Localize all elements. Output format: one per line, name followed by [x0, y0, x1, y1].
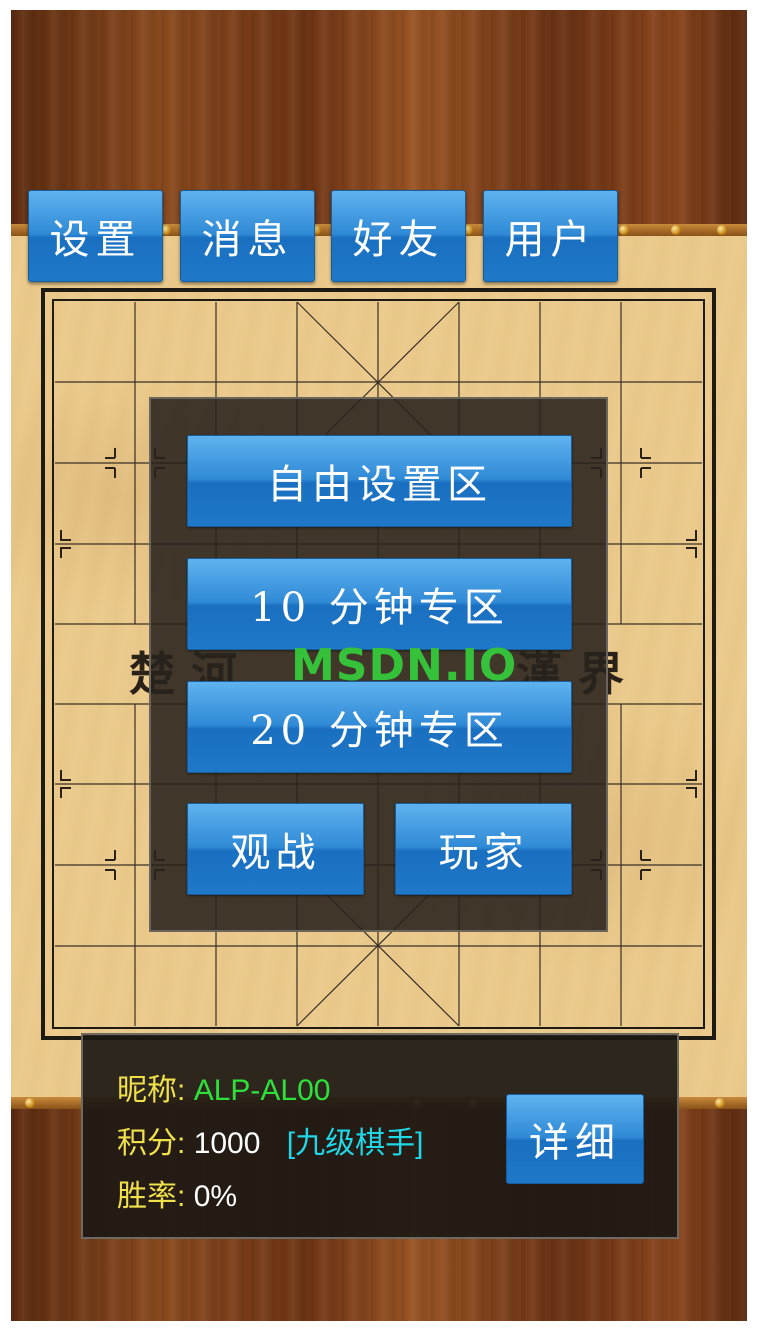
winrate-row: 胜率: 0%	[117, 1171, 237, 1215]
detail-button[interactable]: 详细	[506, 1094, 644, 1184]
user-button[interactable]: 用户	[483, 190, 618, 282]
winrate-label: 胜率:	[117, 1180, 186, 1213]
messages-button[interactable]: 消息	[180, 190, 315, 282]
nickname-row: 昵称: ALP-AL00	[117, 1065, 330, 1109]
game-frame: 楚河 漢界 设置 消息 好友 用户 自由设置区 10 分钟专区 20 分钟专区 …	[11, 10, 747, 1321]
winrate-value: 0%	[193, 1180, 238, 1213]
score-row: 积分: 1000 [九级棋手]	[117, 1118, 423, 1162]
nickname-value: ALP-AL00	[193, 1074, 331, 1107]
twenty-minute-zone-button[interactable]: 20 分钟专区	[187, 681, 572, 773]
rank-badge: [九级棋手]	[286, 1127, 424, 1160]
player-info-panel: 昵称: ALP-AL00 积分: 1000 [九级棋手] 胜率: 0% 详细	[81, 1033, 679, 1239]
score-label: 积分:	[117, 1127, 186, 1160]
free-zone-button[interactable]: 自由设置区	[187, 435, 572, 527]
friends-button[interactable]: 好友	[331, 190, 466, 282]
watch-button[interactable]: 观战	[187, 803, 364, 895]
ten-minute-zone-button[interactable]: 10 分钟专区	[187, 558, 572, 650]
nickname-label: 昵称:	[117, 1074, 186, 1107]
players-button[interactable]: 玩家	[395, 803, 572, 895]
score-value: 1000	[193, 1127, 261, 1160]
settings-button[interactable]: 设置	[28, 190, 163, 282]
watermark-text: MSDN.IO	[291, 640, 518, 691]
